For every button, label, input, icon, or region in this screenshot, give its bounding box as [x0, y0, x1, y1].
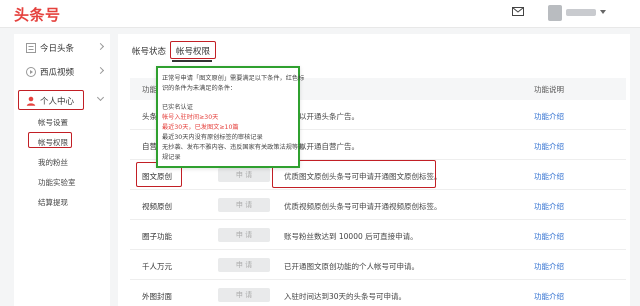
apply-button[interactable]: 申 请 [218, 258, 270, 272]
feature-intro-link[interactable]: 功能介绍 [534, 231, 564, 242]
tab-active-indicator [172, 60, 212, 62]
feature-intro-link[interactable]: 功能介绍 [534, 111, 564, 122]
sidebar-item-toutiao[interactable]: 今日头条 [14, 38, 110, 58]
function-name: 视频原创 [142, 202, 172, 211]
highlight-box-permissions-tab [170, 41, 216, 59]
tooltip-line-unmet: 最近30天，已发图文≥10篇 [162, 124, 239, 131]
table-row: 外图封面 申 请 入驻时间达到30天的头条号可申请。 功能介绍 [130, 280, 626, 306]
apply-button[interactable]: 申 请 [218, 198, 270, 212]
function-description: 已开通图文原创功能的个人帐号可申请。 [284, 262, 419, 271]
apply-button[interactable]: 申 请 [218, 228, 270, 242]
avatar[interactable] [548, 5, 562, 21]
toutiao-icon [26, 43, 36, 53]
column-header-description: 功能说明 [534, 85, 564, 94]
table-row: 千人万元 申 请 已开通图文原创功能的个人帐号可申请。 功能介绍 [130, 250, 626, 280]
requirements-tooltip: 正常号申请「图文原创」需要满足以下条件，红色标 识的条件为未满足的条件： 已实名… [156, 66, 304, 168]
user-name-blurred[interactable] [566, 9, 596, 16]
mail-icon[interactable] [512, 7, 524, 16]
function-description: 优质视频原创头条号可申请开通视频原创标签。 [284, 202, 442, 211]
sub-item-label: 帐号设置 [38, 118, 68, 127]
function-description: 账号粉丝数达到 10000 后可直接申请。 [284, 232, 418, 241]
sub-item-label: 结算提现 [38, 198, 68, 207]
feature-intro-link[interactable]: 功能介绍 [534, 141, 564, 152]
chevron-right-icon [96, 66, 105, 75]
sidebar: 今日头条 西瓜视频 个人中心 帐号设置 帐号权限 我的粉丝 功能实验室 结算提现 [14, 34, 110, 306]
feature-intro-link[interactable]: 功能介绍 [534, 201, 564, 212]
function-name: 千人万元 [142, 262, 172, 271]
sub-item-account-settings[interactable]: 帐号设置 [26, 114, 106, 129]
table-row: 圈子功能 申 请 账号粉丝数达到 10000 后可直接申请。 功能介绍 [130, 220, 626, 250]
sub-item-label: 功能实验室 [38, 178, 76, 187]
feature-intro-link[interactable]: 功能介绍 [534, 291, 564, 302]
chevron-down-icon [96, 93, 105, 102]
apply-button[interactable]: 申 请 [218, 288, 270, 302]
caret-down-icon[interactable] [600, 10, 606, 14]
sidebar-item-label: 今日头条 [40, 44, 75, 54]
sub-item-settlement-withdraw[interactable]: 结算提现 [26, 194, 106, 209]
sidebar-item-label: 西瓜视频 [40, 68, 75, 78]
tooltip-line: 正常号申请「图文原创」需要满足以下条件，红色标 [162, 75, 305, 82]
function-description: 入驻时间达到30天的头条号可申请。 [284, 292, 407, 301]
xigua-icon [26, 67, 36, 77]
feature-intro-link[interactable]: 功能介绍 [534, 171, 564, 182]
tooltip-line: 已实名认证 [162, 104, 193, 111]
sub-item-my-fans[interactable]: 我的粉丝 [26, 154, 106, 169]
feature-intro-link[interactable]: 功能介绍 [534, 261, 564, 272]
table-row: 视频原创 申 请 优质视频原创头条号可申请开通视频原创标签。 功能介绍 [130, 190, 626, 220]
chevron-right-icon [96, 42, 105, 51]
sidebar-item-xigua[interactable]: 西瓜视频 [14, 62, 110, 82]
function-name: 外图封面 [142, 292, 172, 301]
function-name: 圈子功能 [142, 232, 172, 241]
highlight-box-account-permissions [28, 132, 72, 148]
sub-item-feature-lab[interactable]: 功能实验室 [26, 174, 106, 189]
top-bar: 头条号 [0, 0, 640, 28]
tooltip-line-unmet: 帐号入驻时间≥30天 [162, 114, 219, 121]
logo[interactable]: 头条号 [14, 4, 61, 25]
apply-button[interactable]: 申 请 [218, 168, 270, 182]
highlight-box-personal-center [18, 90, 84, 110]
tooltip-line: 识的条件为未满足的条件： [162, 85, 237, 92]
tooltip-line: 无抄袭、发布不雅内容、违反国家有关政策法规等违 [162, 144, 305, 151]
tooltip-line: 规记录 [162, 154, 181, 161]
tooltip-line: 最近30天内没有原创标签的审核记录 [162, 134, 263, 141]
sub-item-label: 我的粉丝 [38, 158, 68, 167]
column-header-function: 功能 [142, 85, 157, 94]
tab-account-status[interactable]: 帐号状态 [132, 45, 166, 57]
